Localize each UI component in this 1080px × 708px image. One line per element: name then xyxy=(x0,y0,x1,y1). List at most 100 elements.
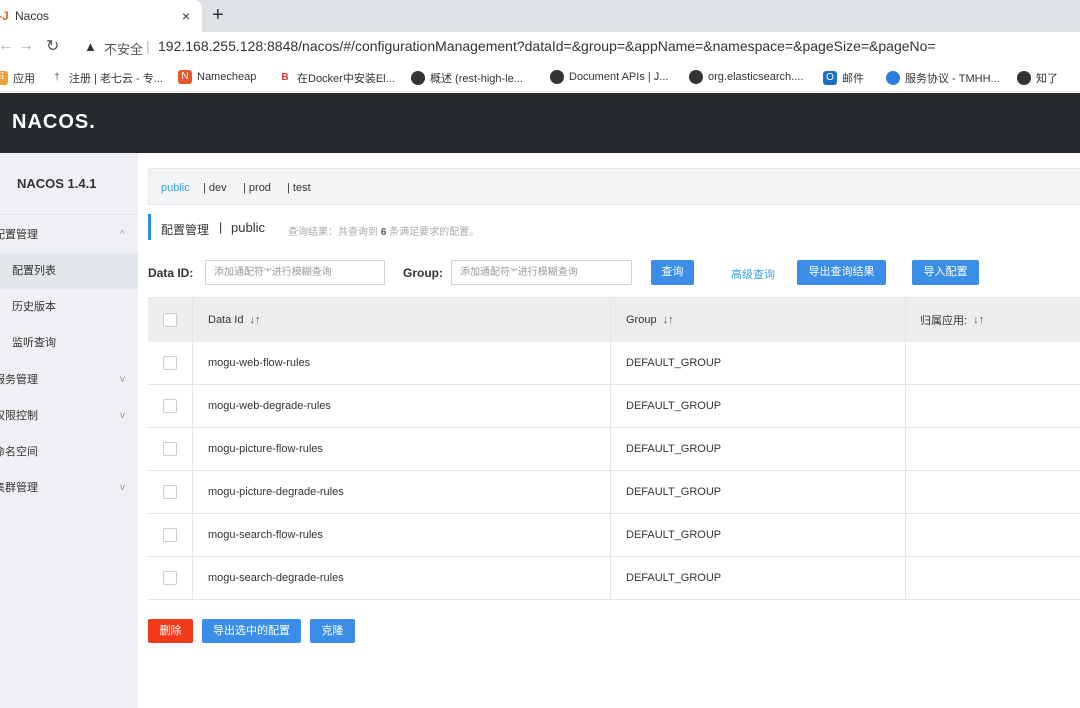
sidebar-subitem-listener-query[interactable]: 监听查询 xyxy=(0,325,138,361)
bookmark-icon xyxy=(886,71,900,85)
sidebar-subitem-history[interactable]: 历史版本 xyxy=(0,289,138,325)
insecure-label[interactable]: 不安全 xyxy=(104,39,143,58)
group-input[interactable]: 添加通配符'*'进行模糊查询 xyxy=(451,260,632,285)
chevron-up-icon: ^ xyxy=(120,229,125,240)
row-checkbox[interactable] xyxy=(163,571,177,585)
row-app xyxy=(906,385,1080,427)
table-row[interactable]: mogu-picture-degrade-rules DEFAULT_GROUP xyxy=(148,471,1080,514)
clone-button[interactable]: 克隆 xyxy=(310,619,355,643)
warning-icon[interactable]: ▲ xyxy=(84,39,97,54)
export-query-results-button[interactable]: 导出查询结果 xyxy=(797,260,886,285)
browser-tab[interactable]: -J Nacos × xyxy=(0,0,202,32)
bookmark-label: 概述 (rest-high-le... xyxy=(430,73,523,85)
namespace-prod[interactable]: | prod xyxy=(243,182,271,194)
bookmark-item[interactable]: 知了 xyxy=(1017,70,1058,86)
sidebar-item-label: 权限控制 xyxy=(0,410,38,422)
globe-icon xyxy=(1017,71,1031,85)
chevron-down-icon: v xyxy=(120,410,125,421)
sidebar-subitem-config-list[interactable]: 配置列表 xyxy=(0,253,138,289)
sidebar-item-cluster-management[interactable]: 集群管理 v xyxy=(0,470,138,506)
apps-icon: ⠿ xyxy=(0,71,8,85)
sidebar-item-config-management[interactable]: 配置管理 ^ xyxy=(0,217,138,253)
sidebar-item-service-management[interactable]: 服务管理 v xyxy=(0,362,138,398)
bookmark-item[interactable]: Document APIs | J... xyxy=(550,70,668,84)
row-checkbox[interactable] xyxy=(163,356,177,370)
chevron-down-icon: v xyxy=(120,374,125,385)
delete-button[interactable]: 删除 xyxy=(148,619,193,643)
sidebar-item-namespace[interactable]: 命名空间 xyxy=(0,434,138,470)
sidebar-item-access-control[interactable]: 权限控制 v xyxy=(0,398,138,434)
bookmark-icon: B xyxy=(281,72,289,83)
import-config-button[interactable]: 导入配置 xyxy=(912,260,979,285)
row-checkbox[interactable] xyxy=(163,442,177,456)
sidebar-item-label: 服务管理 xyxy=(0,374,38,386)
url-divider: | xyxy=(146,38,150,54)
bookmark-label: org.elasticsearch.... xyxy=(708,71,804,83)
row-checkbox[interactable] xyxy=(163,399,177,413)
bookmark-item[interactable]: N Namecheap xyxy=(178,70,256,84)
query-button[interactable]: 查询 xyxy=(651,260,694,285)
bookmark-label: Namecheap xyxy=(197,71,257,83)
row-data-id: mogu-picture-degrade-rules xyxy=(193,471,611,513)
row-checkbox[interactable] xyxy=(163,485,177,499)
sort-icon[interactable]: ↓↑ xyxy=(663,314,674,326)
nacos-logo[interactable]: NACOS. xyxy=(12,111,96,134)
bookmark-item[interactable]: ⠿ 应用 xyxy=(0,70,35,86)
select-all-checkbox[interactable] xyxy=(163,313,177,327)
bookmark-item[interactable]: 概述 (rest-high-le... xyxy=(411,70,523,86)
row-data-id: mogu-search-degrade-rules xyxy=(193,557,611,599)
table-row[interactable]: mogu-picture-flow-rules DEFAULT_GROUP xyxy=(148,428,1080,471)
url-input[interactable]: 192.168.255.128:8848/nacos/#/configurati… xyxy=(158,38,936,54)
row-app xyxy=(906,471,1080,513)
bookmark-item[interactable]: B 在Docker中安装El... xyxy=(278,70,394,86)
app-header: NACOS. xyxy=(0,93,1080,153)
table-row[interactable]: mogu-search-flow-rules DEFAULT_GROUP xyxy=(148,514,1080,557)
globe-icon xyxy=(411,71,425,85)
namespace-public[interactable]: public xyxy=(161,182,190,194)
bookmark-item[interactable]: org.elasticsearch.... xyxy=(689,70,803,84)
page-heading: 配置管理 | public 查询结果：共查询到 6 条满足要求的配置。 xyxy=(148,214,479,240)
row-data-id: mogu-web-flow-rules xyxy=(193,342,611,384)
close-icon[interactable]: × xyxy=(182,8,190,24)
namespace-test[interactable]: | test xyxy=(287,182,311,194)
row-group: DEFAULT_GROUP xyxy=(611,342,906,384)
table-row[interactable]: mogu-web-flow-rules DEFAULT_GROUP xyxy=(148,342,1080,385)
row-group: DEFAULT_GROUP xyxy=(611,557,906,599)
column-group[interactable]: Group ↓↑ xyxy=(611,298,906,342)
row-data-id: mogu-web-degrade-rules xyxy=(193,385,611,427)
advanced-query-link[interactable]: 高级查询 xyxy=(731,266,775,282)
bookmark-label: Document APIs | J... xyxy=(569,71,669,83)
config-table: Data Id ↓↑ Group ↓↑ 归属应用: ↓↑ mogu-web-flow-… xyxy=(148,297,1080,600)
data-id-input[interactable]: 添加通配符'*'进行模糊查询 xyxy=(205,260,385,285)
table-row[interactable]: mogu-search-degrade-rules DEFAULT_GROUP xyxy=(148,557,1080,600)
row-app xyxy=(906,514,1080,556)
bookmark-item[interactable]: † 注册 | 老七云 - 专... xyxy=(50,70,163,86)
back-arrow-icon[interactable]: ← xyxy=(0,37,14,55)
row-app xyxy=(906,557,1080,599)
bookmark-item[interactable]: 服务协议 - TMHH... xyxy=(886,70,1000,86)
forward-arrow-icon[interactable]: → xyxy=(18,37,34,55)
reload-icon[interactable]: ↻ xyxy=(46,36,59,56)
namespace-bar: public | dev | prod | test xyxy=(148,168,1080,205)
new-tab-button[interactable]: + xyxy=(212,4,224,27)
row-group: DEFAULT_GROUP xyxy=(611,428,906,470)
namespace-dev[interactable]: | dev xyxy=(203,182,227,194)
sort-icon[interactable]: ↓↑ xyxy=(973,314,984,326)
column-app[interactable]: 归属应用: ↓↑ xyxy=(906,298,1080,342)
address-bar: ← → ↻ ▲ 不安全 | 192.168.255.128:8848/nacos… xyxy=(0,32,1080,62)
sidebar: NACOS 1.4.1 配置管理 ^ 配置列表 历史版本 监听查询 服务管理 v… xyxy=(0,153,138,708)
row-checkbox[interactable] xyxy=(163,528,177,542)
export-selected-button[interactable]: 导出选中的配置 xyxy=(202,619,301,643)
bookmark-label: 知了 xyxy=(1036,73,1058,85)
sort-icon[interactable]: ↓↑ xyxy=(249,314,260,326)
column-data-id[interactable]: Data Id ↓↑ xyxy=(193,298,611,342)
sidebar-item-label: 集群管理 xyxy=(0,482,38,494)
table-row[interactable]: mogu-web-degrade-rules DEFAULT_GROUP xyxy=(148,385,1080,428)
sidebar-version: NACOS 1.4.1 xyxy=(0,153,138,215)
data-id-label: Data ID: xyxy=(148,266,194,280)
namecheap-icon: N xyxy=(178,70,192,84)
bookmark-label: 服务协议 - TMHH... xyxy=(905,73,1000,85)
page-title: 配置管理 xyxy=(161,223,210,237)
table-header: Data Id ↓↑ Group ↓↑ 归属应用: ↓↑ xyxy=(148,298,1080,342)
bookmark-item[interactable]: O 邮件 xyxy=(823,70,864,86)
